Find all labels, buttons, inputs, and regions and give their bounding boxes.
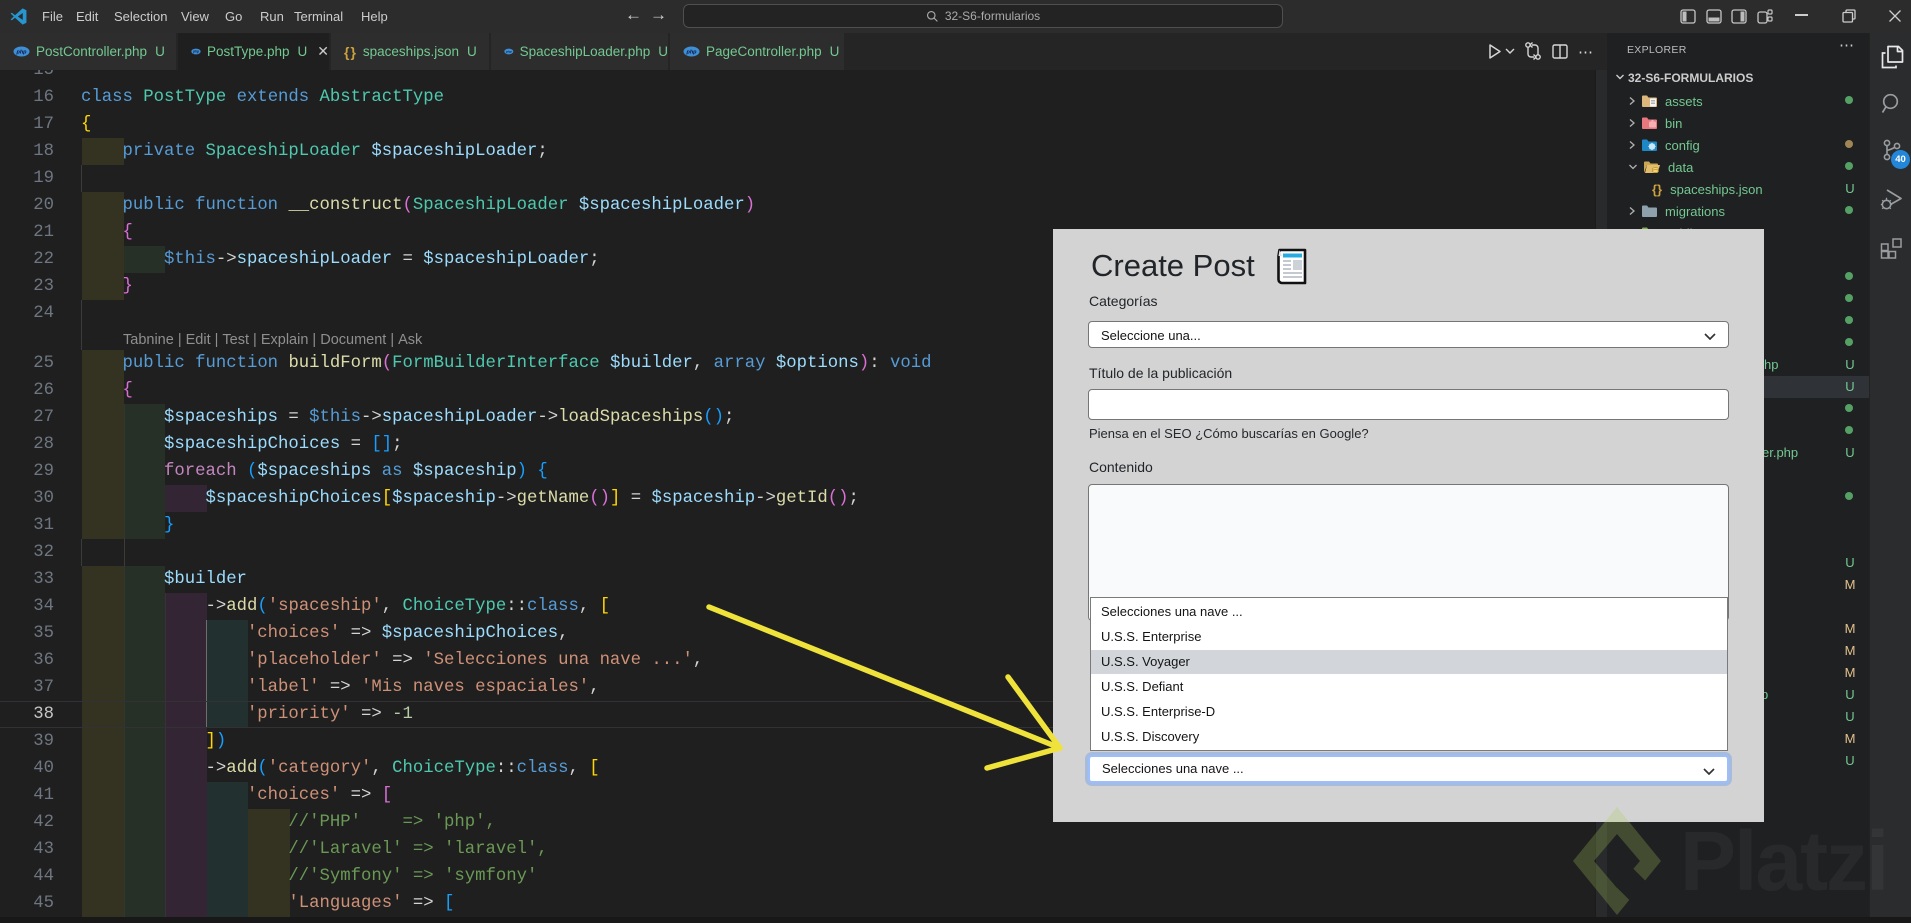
svg-text:php: php xyxy=(505,50,512,54)
svg-text:php: php xyxy=(192,50,199,54)
svg-text:php: php xyxy=(15,50,27,56)
svg-text:php: php xyxy=(685,50,697,56)
